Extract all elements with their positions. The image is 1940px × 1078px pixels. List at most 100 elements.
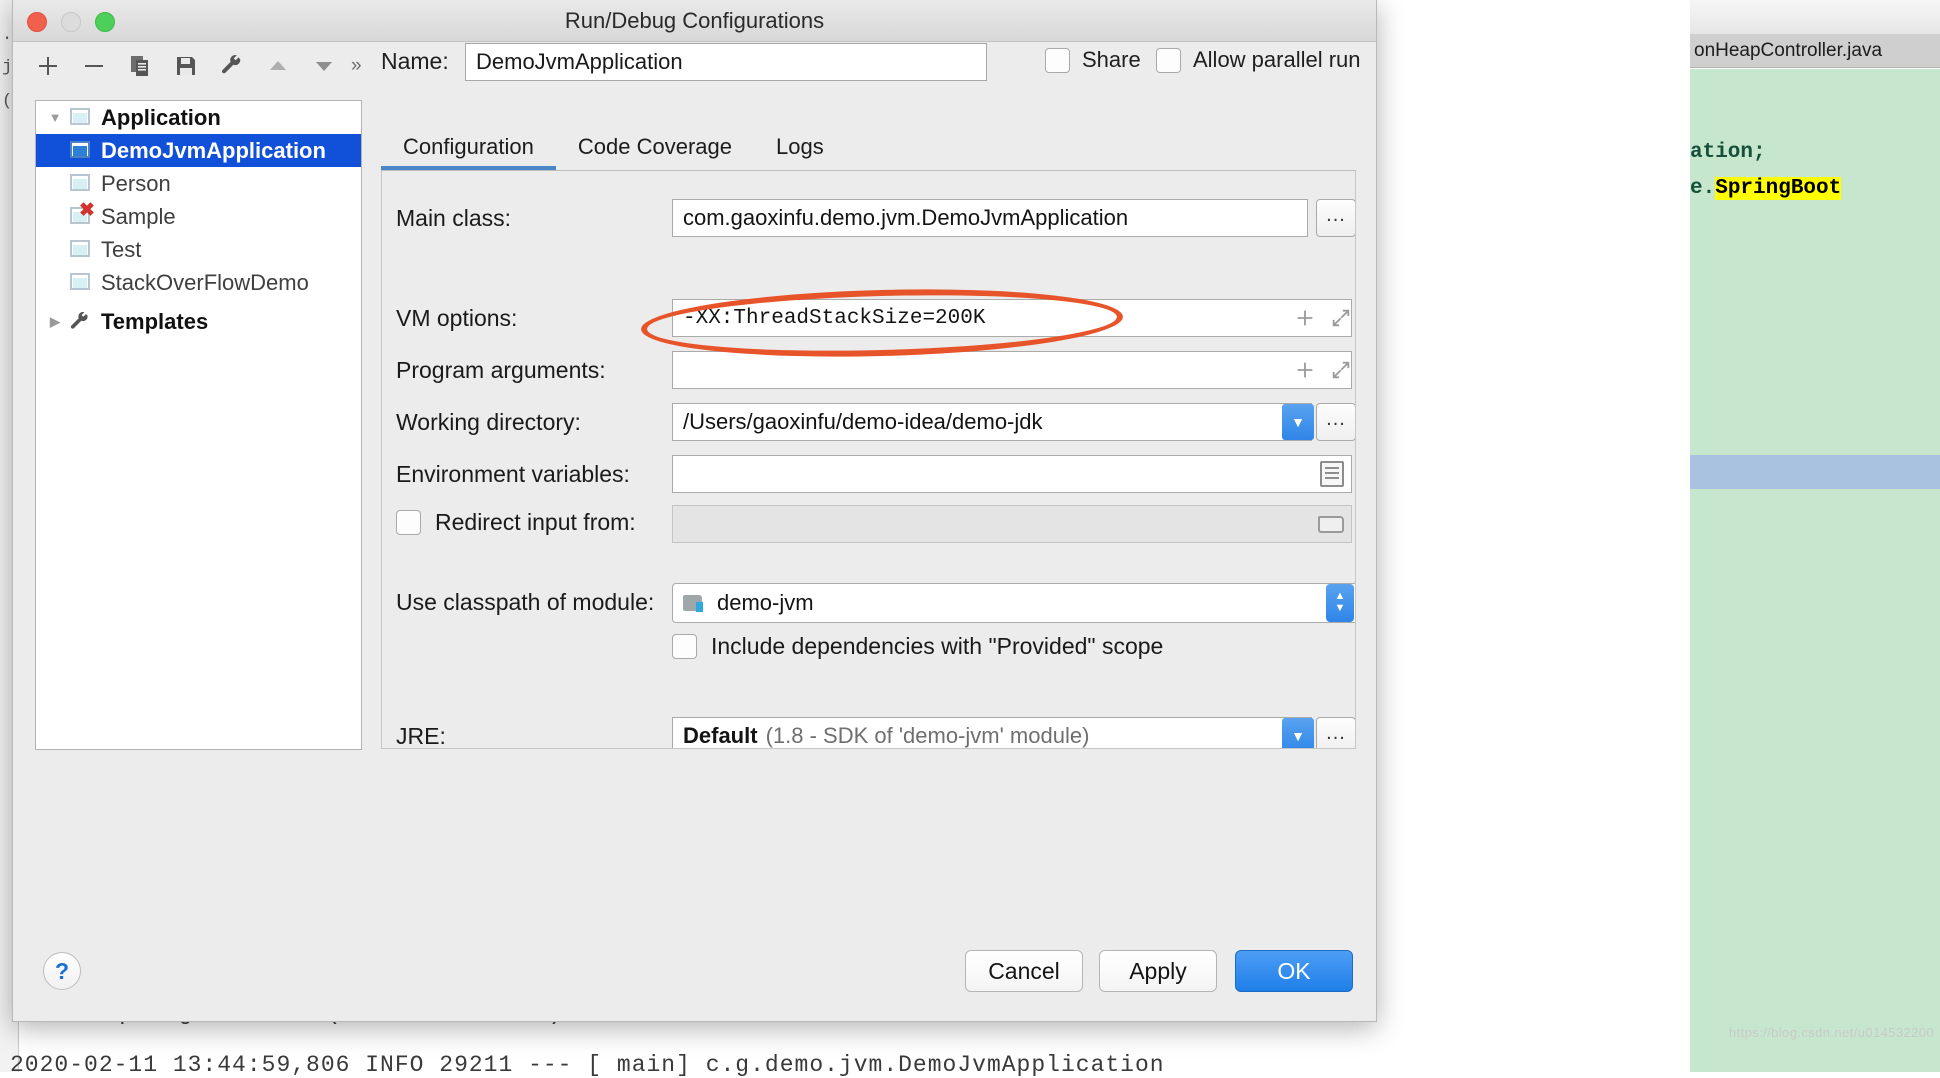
error-x-icon: ✖ (79, 199, 95, 221)
run-debug-configurations-dialog: Run/Debug Configurations » Name: DemoJvm… (12, 0, 1377, 1022)
gutter-glyph: ( (2, 92, 13, 111)
configuration-form: Main class: com.gaoxinfu.demo.jvm.DemoJv… (381, 171, 1356, 749)
module-folder-icon (683, 593, 709, 614)
redirect-input-label: Redirect input from: (435, 509, 636, 535)
redirect-input-path-input[interactable] (672, 505, 1352, 543)
tree-item-label: Application (101, 104, 221, 130)
tree-item-templates[interactable]: ▶ Templates (36, 305, 361, 338)
use-classpath-of-module-combo[interactable]: demo-jvm (672, 583, 1355, 623)
program-arguments-label: Program arguments: (396, 357, 606, 383)
configurations-tree[interactable]: ▼ Application DemoJvmApplication Person … (35, 100, 362, 750)
jre-value-detail: (1.8 - SDK of 'demo-jvm' module) (765, 723, 1090, 748)
jre-label: JRE: (396, 723, 446, 749)
share-checkbox-row[interactable]: Share (1045, 47, 1141, 73)
config-icon (68, 173, 94, 195)
code-line: ation; (1690, 141, 1766, 164)
code-token: e. (1690, 177, 1716, 200)
tree-item-label: Templates (101, 308, 209, 334)
vm-options-input[interactable]: -XX:ThreadStackSize=200K (672, 299, 1352, 337)
config-tabs: Configuration Code Coverage Logs (381, 128, 1356, 172)
ok-button[interactable]: OK (1235, 950, 1353, 992)
editor-tab[interactable]: onHeapController.java (1690, 34, 1940, 68)
code-line: e.SpringBoot (1690, 177, 1842, 200)
wrench-icon (68, 311, 94, 333)
gutter-glyph: . (2, 26, 13, 45)
add-macro-icon[interactable] (1294, 307, 1316, 334)
move-up-button[interactable] (265, 53, 291, 79)
vm-options-field-actions[interactable] (1294, 307, 1352, 334)
edit-templates-wrench-icon[interactable] (219, 53, 245, 79)
move-down-button[interactable] (311, 53, 337, 79)
environment-variables-input[interactable] (672, 455, 1352, 493)
main-class-input[interactable]: com.gaoxinfu.demo.jvm.DemoJvmApplication (672, 199, 1308, 237)
config-icon (68, 239, 94, 261)
chevron-right-icon[interactable]: ▶ (42, 314, 68, 330)
save-configuration-button[interactable] (173, 53, 199, 79)
chevron-down-icon[interactable]: ▼ (42, 110, 68, 125)
editor-selection-band (1690, 455, 1940, 489)
working-directory-input[interactable]: /Users/gaoxinfu/demo-idea/demo-jdk (672, 403, 1312, 441)
jre-browse-button[interactable]: ... (1316, 717, 1355, 748)
main-class-browse-button[interactable]: ... (1316, 199, 1355, 237)
config-icon (68, 140, 94, 162)
apply-button[interactable]: Apply (1099, 950, 1217, 992)
application-icon (68, 107, 94, 129)
main-class-label: Main class: (396, 205, 512, 231)
include-provided-checkbox-row[interactable]: Include dependencies with "Provided" sco… (672, 633, 1163, 660)
code-highlight: SpringBoot (1715, 177, 1842, 200)
toolbar-more-button[interactable]: » (351, 55, 362, 77)
gutter-glyph: j (2, 58, 13, 77)
tab-code-coverage[interactable]: Code Coverage (556, 128, 754, 170)
jre-value-default: Default (683, 723, 758, 748)
editor-tabbar (1690, 0, 1940, 35)
use-classpath-of-module-stepper[interactable]: ▲ ▼ (1326, 584, 1354, 622)
editor-code-area: ation; e.SpringBoot (1690, 69, 1940, 1072)
cancel-button[interactable]: Cancel (965, 950, 1083, 992)
working-directory-dropdown-button[interactable]: ▼ (1282, 404, 1314, 440)
add-configuration-button[interactable] (35, 53, 61, 79)
tree-item-label: DemoJvmApplication (101, 137, 326, 163)
program-arguments-field-actions[interactable] (1294, 359, 1352, 386)
vm-options-label: VM options: (396, 305, 518, 331)
tree-item-demojvmapplication[interactable]: DemoJvmApplication (36, 134, 361, 167)
watermark: https://blog.csdn.net/u014532200 (1728, 1025, 1934, 1040)
redirect-input-checkbox-row[interactable]: Redirect input from: (396, 509, 636, 536)
expand-editor-icon[interactable] (1330, 307, 1352, 334)
help-button[interactable]: ? (43, 952, 81, 990)
tree-item-stackoverflowdemo[interactable]: StackOverFlowDemo (36, 266, 361, 299)
include-provided-checkbox[interactable] (672, 634, 697, 659)
tree-item-sample[interactable]: ✖ Sample (36, 200, 361, 233)
redirect-input-browse-folder-icon[interactable] (1318, 513, 1346, 534)
allow-parallel-run-checkbox-row[interactable]: Allow parallel run (1156, 47, 1361, 73)
tree-item-label: Test (101, 236, 142, 262)
environment-variables-label: Environment variables: (396, 461, 630, 487)
share-checkbox[interactable] (1045, 47, 1070, 73)
use-classpath-of-module-value: demo-jvm (717, 590, 814, 615)
share-label: Share (1082, 47, 1141, 72)
tab-logs[interactable]: Logs (754, 128, 846, 170)
tree-item-application[interactable]: ▼ Application (36, 101, 361, 134)
add-macro-icon[interactable] (1294, 359, 1316, 386)
name-label: Name: (381, 48, 449, 74)
tree-item-test[interactable]: Test (36, 233, 361, 266)
working-directory-browse-button[interactable]: ... (1316, 403, 1355, 441)
dialog-titlebar: Run/Debug Configurations (13, 0, 1376, 42)
expand-editor-icon[interactable] (1330, 359, 1352, 386)
program-arguments-input[interactable] (672, 351, 1352, 389)
remove-configuration-button[interactable] (81, 53, 107, 79)
config-icon (68, 272, 94, 294)
use-classpath-of-module-label: Use classpath of module: (396, 589, 655, 615)
redirect-input-checkbox[interactable] (396, 510, 421, 535)
tab-configuration[interactable]: Configuration (381, 128, 556, 170)
tree-item-label: Sample (101, 203, 176, 229)
jre-combo[interactable]: Default (1.8 - SDK of 'demo-jvm' module) (672, 717, 1312, 748)
copy-configuration-button[interactable] (127, 53, 153, 79)
name-input[interactable]: DemoJvmApplication (465, 43, 987, 81)
environment-variables-edit-icon[interactable] (1320, 461, 1344, 487)
tree-item-label: Person (101, 170, 171, 196)
allow-parallel-run-checkbox[interactable] (1156, 47, 1181, 73)
tree-item-person[interactable]: Person (36, 167, 361, 200)
jre-dropdown-button[interactable]: ▼ (1282, 718, 1314, 748)
config-toolbar: » (35, 44, 365, 88)
config-icon-error: ✖ (68, 201, 95, 228)
